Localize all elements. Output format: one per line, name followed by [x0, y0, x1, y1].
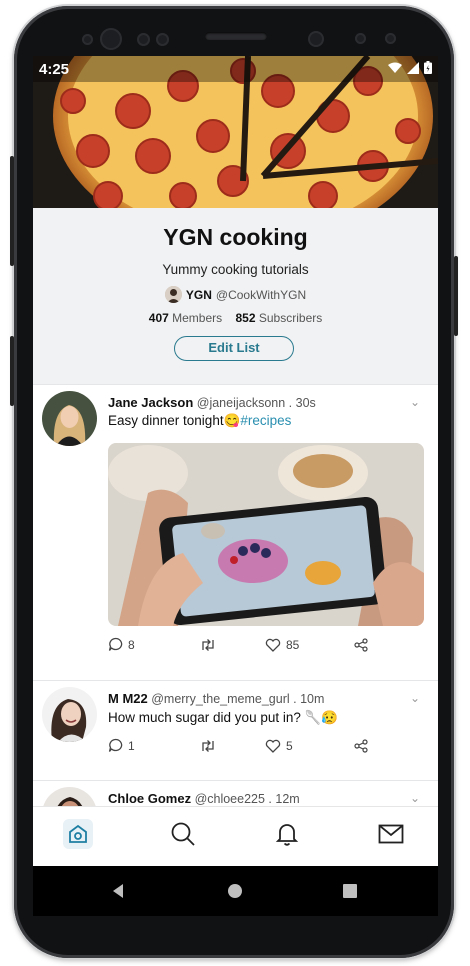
subscribers-label[interactable]: Subscribers	[259, 311, 322, 325]
list-profile-header: YGN cooking Yummy cooking tutorials YGN …	[33, 208, 438, 384]
sensor-icon	[137, 33, 150, 46]
author-handle-time: @janeijacksonn . 30s	[196, 396, 316, 410]
system-navigation-bar	[33, 866, 438, 916]
retweet-button[interactable]	[200, 738, 265, 753]
reply-count: 1	[128, 738, 135, 753]
reply-icon	[108, 738, 123, 752]
tweet-actions: 8 85	[108, 637, 408, 652]
share-icon	[354, 637, 368, 652]
tweet-feed: Jane Jackson @janeijacksonn . 30s ⌄ Easy…	[33, 384, 438, 806]
volume-button	[10, 156, 14, 266]
author-name[interactable]: Chloe Gomez	[108, 791, 191, 806]
bell-icon	[275, 824, 299, 846]
avatar[interactable]	[42, 687, 97, 742]
messages-tab[interactable]	[376, 819, 406, 849]
wifi-icon	[388, 62, 402, 73]
reply-button[interactable]: 8	[108, 637, 200, 652]
heart-icon	[265, 739, 281, 753]
header-banner-image: 4:25	[33, 56, 438, 208]
reply-count: 8	[128, 637, 135, 652]
avatar[interactable]	[42, 787, 97, 806]
reply-icon	[108, 637, 123, 651]
like-button[interactable]: 85	[265, 637, 354, 652]
author-name[interactable]: M M22	[108, 691, 148, 706]
chevron-down-icon[interactable]: ⌄	[410, 691, 420, 705]
tweet-header: Chloe Gomez @chloee225 . 12m	[108, 791, 300, 806]
list-stats: 407 Members 852 Subscribers	[33, 311, 438, 325]
app-screen: 4:25 YGN cooking Yummy cooking tutorials…	[33, 56, 438, 916]
author-name[interactable]: Jane Jackson	[108, 395, 193, 410]
sensor-icon	[385, 33, 396, 44]
sensor-icon	[355, 33, 366, 44]
tweet-card[interactable]: Jane Jackson @janeijacksonn . 30s ⌄ Easy…	[33, 384, 438, 681]
share-button[interactable]	[354, 637, 368, 652]
tweet-actions: 1 5	[108, 738, 408, 753]
tweet-body-text: Easy dinner tonight😋	[108, 413, 241, 428]
owner-avatar	[164, 286, 182, 303]
retweet-button[interactable]	[200, 637, 265, 652]
tweet-media-image[interactable]	[108, 443, 424, 626]
tweet-header: M M22 @merry_the_meme_gurl . 10m	[108, 691, 324, 706]
sensor-icon	[82, 34, 93, 45]
share-icon	[354, 738, 368, 753]
author-handle-time: @merry_the_meme_gurl . 10m	[151, 692, 325, 706]
sensor-icon	[156, 33, 169, 46]
author-handle-time: @chloee225 . 12m	[194, 792, 300, 806]
status-bar: 4:25	[33, 56, 438, 82]
list-title: YGN cooking	[163, 224, 308, 250]
like-count: 5	[286, 738, 293, 753]
chevron-down-icon[interactable]: ⌄	[410, 395, 420, 409]
tweet-card[interactable]: M M22 @merry_the_meme_gurl . 10m ⌄ How m…	[33, 680, 438, 781]
heart-icon	[265, 638, 281, 652]
search-icon	[171, 822, 195, 846]
notifications-tab[interactable]	[272, 819, 302, 849]
share-button[interactable]	[354, 738, 368, 753]
bottom-navigation	[33, 806, 438, 867]
status-time: 4:25	[39, 61, 70, 78]
like-count: 85	[286, 637, 300, 652]
subscribers-count: 852	[235, 311, 256, 325]
owner-handle: @CookWithYGN	[215, 287, 307, 302]
battery-icon	[424, 61, 432, 74]
back-icon[interactable]	[111, 883, 125, 899]
reply-button[interactable]: 1	[108, 738, 200, 753]
retweet-icon	[202, 739, 214, 752]
bixby-button	[10, 336, 14, 406]
list-owner[interactable]: YGN @CookWithYGN	[33, 286, 438, 303]
earpiece-speaker	[205, 32, 267, 40]
members-label[interactable]: Members	[172, 311, 222, 325]
retweet-icon	[202, 638, 214, 651]
home-tab[interactable]	[63, 819, 93, 849]
home-icon	[69, 824, 87, 843]
like-button[interactable]: 5	[265, 738, 354, 753]
members-count: 407	[148, 311, 169, 325]
home-button-icon[interactable]	[227, 883, 243, 899]
recents-icon[interactable]	[343, 884, 357, 898]
tweet-card[interactable]: Chloe Gomez @chloee225 . 12m ⌄	[33, 780, 438, 806]
mail-icon	[378, 824, 404, 844]
list-description: Yummy cooking tutorials	[162, 262, 309, 277]
signal-icon	[407, 61, 419, 74]
hashtag-link[interactable]: #recipes	[240, 413, 291, 428]
front-camera-icon	[100, 28, 122, 50]
power-button	[454, 256, 458, 336]
tweet-text: Easy dinner tonight😋#recipes	[108, 413, 291, 429]
chevron-down-icon[interactable]: ⌄	[410, 791, 420, 805]
camera-icon	[308, 31, 324, 47]
avatar[interactable]	[42, 391, 97, 446]
owner-name: YGN	[185, 287, 212, 302]
tweet-body-text: How much sugar did you put in? 🥄😥	[108, 710, 339, 725]
edit-list-button[interactable]: Edit List	[174, 336, 294, 361]
search-tab[interactable]	[168, 819, 198, 849]
tweet-header: Jane Jackson @janeijacksonn . 30s	[108, 395, 316, 410]
